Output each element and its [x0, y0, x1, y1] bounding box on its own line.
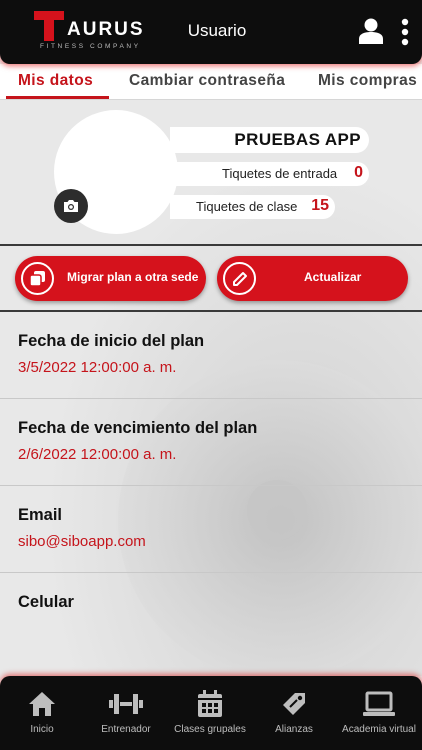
tag-icon: [283, 693, 305, 715]
bottom-navigation: Inicio Entrenador Clases grupales Alianz…: [0, 676, 422, 750]
class-tickets-pill: Tiquetes de clase 15: [170, 195, 335, 219]
pencil-icon: [232, 271, 247, 286]
class-tickets-value: 15: [311, 197, 329, 214]
update-label: Actualizar: [304, 270, 362, 284]
entry-tickets-label: Tiquetes de entrada: [222, 166, 338, 181]
laptop-icon: [363, 691, 395, 716]
user-name: PRUEBAS APP: [234, 130, 361, 149]
taurus-logo: AURUS FITNESS COMPANY: [34, 11, 152, 53]
tab-mis-compras[interactable]: Mis compras: [318, 72, 417, 90]
app-header: AURUS FITNESS COMPANY Usuario: [0, 0, 422, 64]
field-label: Celular: [18, 593, 74, 611]
field-value: 3/5/2022 12:00:00 a. m.: [18, 359, 177, 376]
nav-label: Clases grupales: [174, 724, 246, 735]
field-value: 2/6/2022 12:00:00 a. m.: [18, 446, 177, 463]
page-title: Usuario: [187, 21, 247, 40]
home-icon: [29, 692, 55, 716]
kebab-menu-icon[interactable]: [399, 18, 411, 46]
logo-t-mark: [34, 11, 64, 41]
tab-cambiar-contrasena[interactable]: Cambiar contraseña: [129, 72, 285, 90]
nav-label: Academia virtual: [342, 724, 416, 735]
user-icon[interactable]: [359, 18, 383, 44]
name-pill: PRUEBAS APP: [170, 127, 369, 153]
profile-content: PRUEBAS APP Tiquetes de entrada 0 Tiquet…: [0, 100, 422, 676]
update-button[interactable]: Actualizar: [217, 256, 408, 301]
field-start-date: Fecha de inicio del plan 3/5/2022 12:00:…: [0, 312, 422, 399]
class-tickets-label: Tiquetes de clase: [196, 199, 298, 214]
nav-item-clases-grupales[interactable]: Clases grupales: [168, 676, 252, 750]
logo-word: AURUS: [67, 19, 145, 40]
field-email: Email sibo@siboapp.com: [0, 486, 422, 573]
divider-top: [0, 244, 422, 246]
calendar-icon: [198, 690, 222, 717]
logo-subtext: FITNESS COMPANY: [40, 43, 141, 50]
migrate-plan-button[interactable]: Migrar plan a otra sede: [15, 256, 206, 301]
field-value: sibo@siboapp.com: [18, 533, 146, 550]
change-photo-button[interactable]: [54, 189, 88, 223]
field-phone: Celular: [0, 573, 422, 660]
nav-item-academia-virtual[interactable]: Academia virtual: [336, 676, 422, 750]
nav-item-alianzas[interactable]: Alianzas: [252, 676, 336, 750]
nav-label: Alianzas: [275, 724, 313, 735]
nav-item-entrenador[interactable]: Entrenador: [84, 676, 168, 750]
migrate-icon-circle: [21, 262, 54, 295]
entry-tickets-pill: Tiquetes de entrada 0: [170, 162, 369, 186]
nav-label: Entrenador: [101, 724, 151, 735]
field-label: Fecha de vencimiento del plan: [18, 419, 258, 437]
migrate-plan-label: Migrar plan a otra sede: [67, 270, 199, 284]
profile-tabs: Mis datos Cambiar contraseña Mis compras: [0, 64, 422, 100]
copy-icon: [28, 270, 45, 287]
update-icon-circle: [223, 262, 256, 295]
tab-mis-datos[interactable]: Mis datos: [18, 72, 93, 90]
nav-item-inicio[interactable]: Inicio: [0, 676, 84, 750]
active-tab-indicator: [6, 96, 109, 99]
field-label: Email: [18, 506, 63, 524]
camera-icon: [64, 200, 78, 212]
field-expiry-date: Fecha de vencimiento del plan 2/6/2022 1…: [0, 399, 422, 486]
entry-tickets-value: 0: [354, 164, 363, 181]
dumbbell-icon: [109, 694, 143, 714]
field-label: Fecha de inicio del plan: [18, 332, 205, 350]
nav-label: Inicio: [30, 724, 54, 735]
